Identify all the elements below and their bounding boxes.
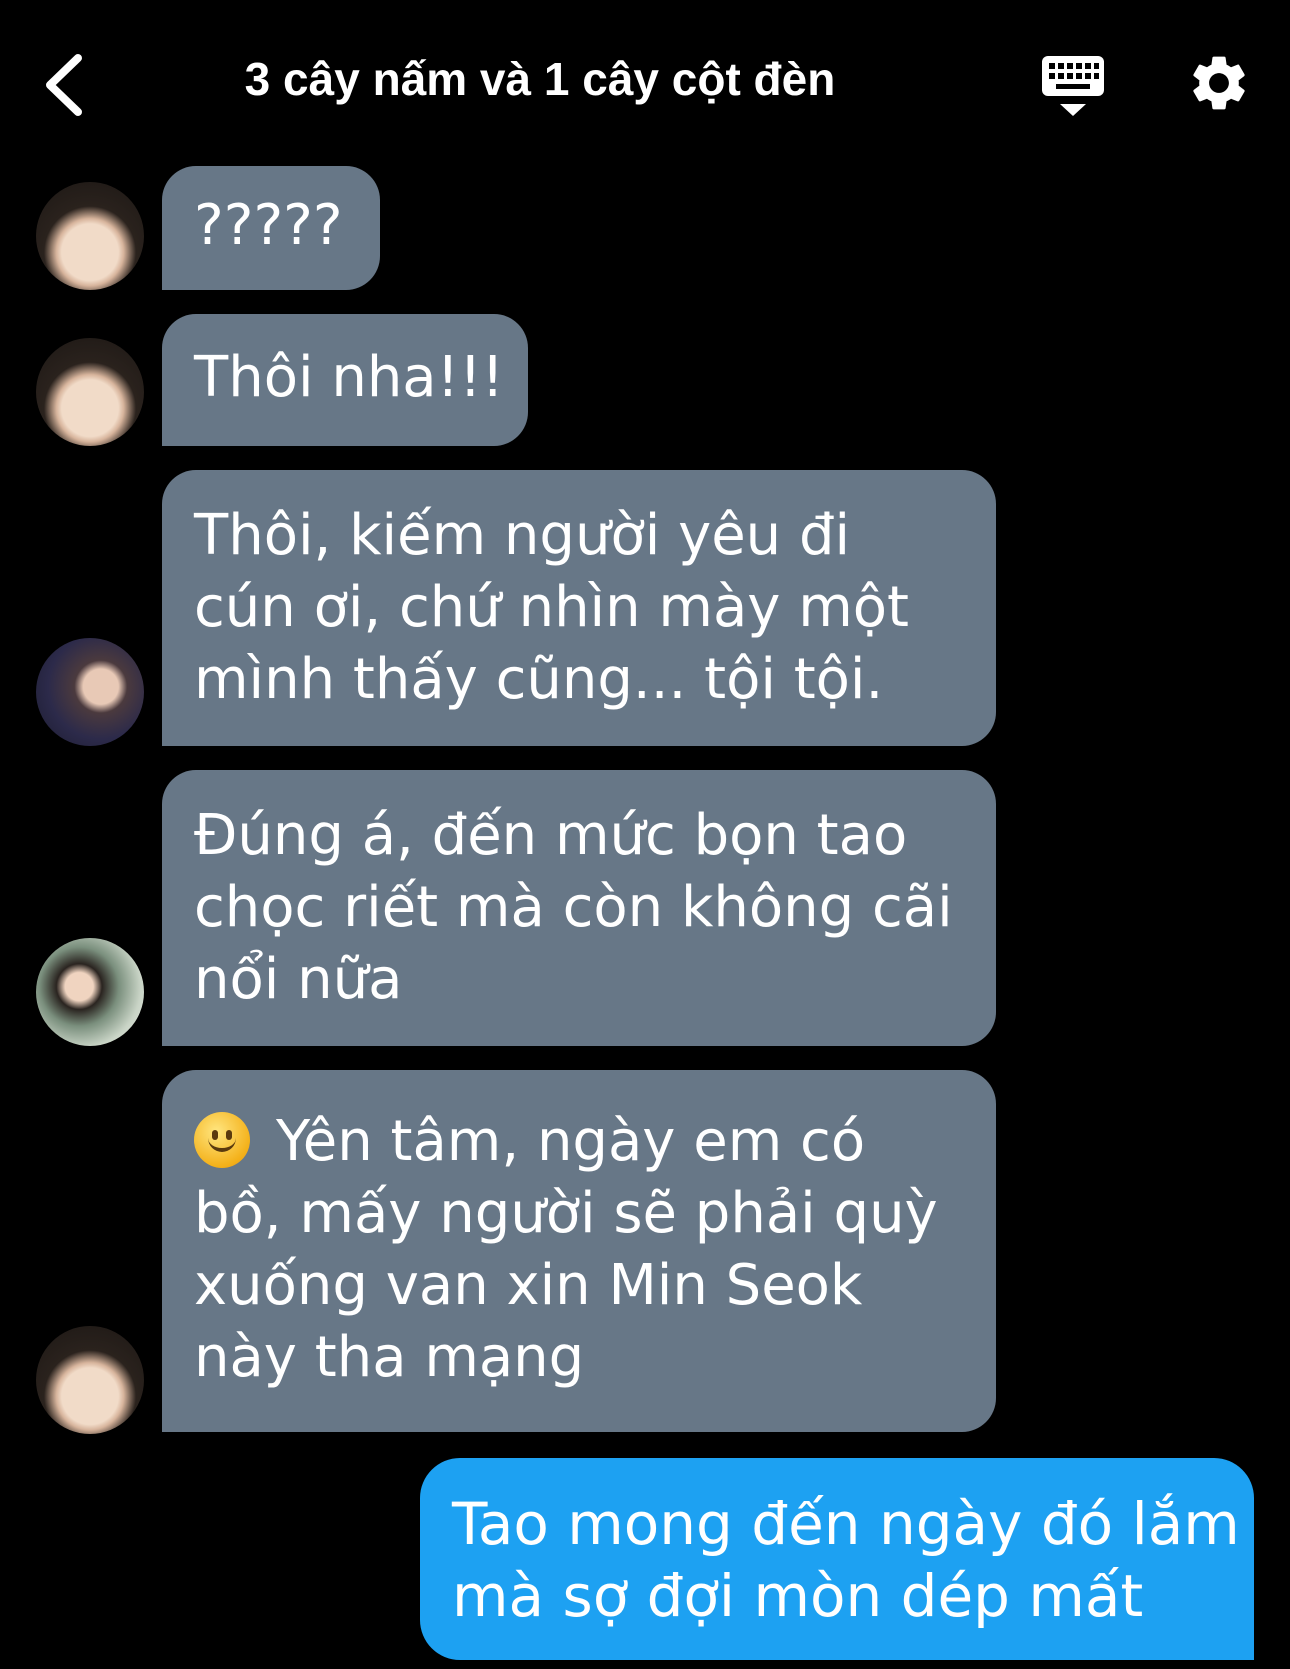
keyboard-button[interactable] bbox=[1040, 52, 1106, 122]
message-text: này tha mạng bbox=[194, 1325, 585, 1390]
avatar[interactable] bbox=[36, 182, 144, 290]
message-bubble: ????? bbox=[162, 166, 380, 290]
message-bubble: Thôi nha!!! bbox=[162, 314, 528, 446]
message-text: Yên tâm, ngày em có bbox=[276, 1109, 866, 1174]
message-text: Thôi, kiếm người yêu đi bbox=[194, 503, 851, 568]
chat-title: 3 cây nấm và 1 cây cột đèn bbox=[244, 53, 836, 105]
message-text: mình thấy cũng... tội tội. bbox=[194, 647, 884, 712]
settings-button[interactable] bbox=[1186, 50, 1252, 116]
keyboard-icon bbox=[1042, 56, 1104, 116]
message-text: Tao mong đến ngày đó lắm bbox=[452, 1490, 1240, 1558]
message-text: nổi nữa bbox=[194, 947, 403, 1012]
message-text: mà sợ đợi mòn dép mất bbox=[452, 1562, 1144, 1630]
message-text: bồ, mấy người sẽ phải quỳ bbox=[194, 1181, 938, 1246]
chevron-left-icon bbox=[46, 54, 82, 116]
message-text: Thôi nha!!! bbox=[194, 345, 504, 410]
message-bubble: Yên tâm, ngày em có bồ, mấy người sẽ phả… bbox=[162, 1070, 996, 1432]
message-text: cún ơi, chứ nhìn mày một bbox=[194, 575, 909, 640]
back-button[interactable] bbox=[40, 50, 100, 120]
message-text: ????? bbox=[194, 193, 343, 258]
slightly-smiling-face-icon bbox=[194, 1112, 250, 1168]
message-text: chọc riết mà còn không cãi bbox=[194, 875, 953, 940]
outgoing-message-bubble: Tao mong đến ngày đó lắm mà sợ đợi mòn d… bbox=[420, 1458, 1254, 1660]
chat-header: 3 cây nấm và 1 cây cột đèn bbox=[0, 0, 1290, 170]
message-bubble: Đúng á, đến mức bọn tao chọc riết mà còn… bbox=[162, 770, 996, 1046]
avatar[interactable] bbox=[36, 638, 144, 746]
message-text: Đúng á, đến mức bọn tao bbox=[194, 803, 908, 868]
gear-icon bbox=[1193, 56, 1245, 110]
message-text: xuống van xin Min Seok bbox=[194, 1253, 863, 1318]
avatar[interactable] bbox=[36, 338, 144, 446]
avatar[interactable] bbox=[36, 938, 144, 1046]
message-bubble: Thôi, kiếm người yêu đi cún ơi, chứ nhìn… bbox=[162, 470, 996, 746]
avatar[interactable] bbox=[36, 1326, 144, 1434]
